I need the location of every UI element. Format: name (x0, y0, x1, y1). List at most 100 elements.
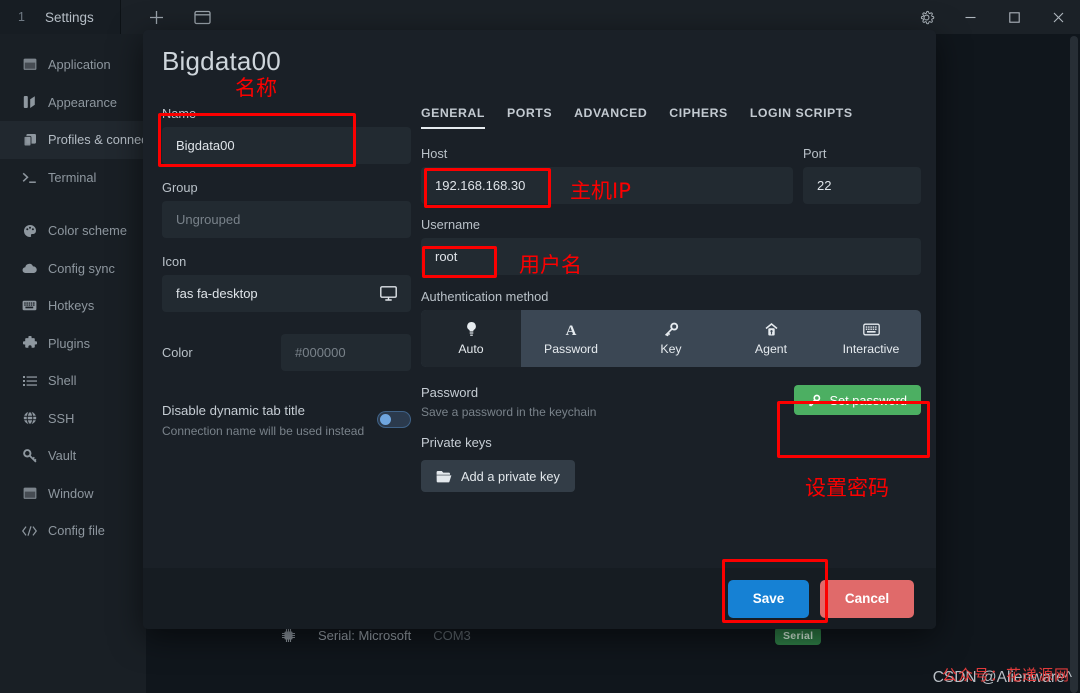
title-bar: 1 Settings (0, 0, 1080, 34)
terminal-prompt-icon (22, 170, 37, 185)
profile-general-right-column: GENERAL PORTS ADVANCED CIPHERS LOGIN SCR… (421, 106, 921, 492)
auth-option-agent[interactable]: Agent (721, 310, 821, 367)
window-icon (22, 486, 37, 501)
close-button[interactable] (1036, 0, 1080, 34)
settings-gear-button[interactable] (904, 0, 948, 34)
icon-field-group: Icon fas fa-desktop (162, 254, 411, 312)
set-password-button[interactable]: Set password (794, 385, 921, 415)
connection-list-item[interactable]: Serial: Microsoft COM3 (281, 628, 981, 643)
password-texts: Password Save a password in the keychain (421, 385, 794, 419)
sidebar-item-profiles-connections[interactable]: Profiles & connections (0, 121, 175, 159)
connection-subtitle: COM3 (433, 628, 471, 643)
password-title: Password (421, 385, 479, 400)
auth-option-key[interactable]: Key (621, 310, 721, 367)
sidebar-item-appearance[interactable]: Appearance (0, 84, 146, 122)
vertical-scrollbar[interactable] (1070, 36, 1078, 693)
layers-icon (22, 132, 37, 147)
toggle-title: Disable dynamic tab title (162, 403, 305, 418)
connection-list-item-partial[interactable] (281, 674, 284, 688)
sidebar-item-config-sync[interactable]: Config sync (0, 250, 146, 288)
auth-option-password[interactable]: A Password (521, 310, 621, 367)
cancel-button[interactable]: Cancel (820, 579, 914, 618)
settings-tabs: GENERAL PORTS ADVANCED CIPHERS LOGIN SCR… (421, 106, 921, 129)
auth-option-label: Agent (754, 342, 788, 356)
group-label: Group (162, 180, 198, 195)
sidebar-item-application[interactable]: Application (0, 46, 146, 84)
add-private-key-label: Add a private key (461, 468, 560, 484)
name-input[interactable]: Bigdata00 (162, 127, 411, 164)
keyboard-icon (22, 298, 37, 313)
sidebar-item-ssh[interactable]: SSH (0, 400, 146, 438)
username-input[interactable]: root (421, 238, 921, 275)
minimize-button[interactable] (948, 0, 992, 34)
maximize-button[interactable] (992, 0, 1036, 34)
tab-advanced[interactable]: ADVANCED (574, 106, 647, 129)
list-icon (22, 373, 37, 388)
color-input[interactable]: #000000 (281, 334, 411, 371)
svg-text:A: A (566, 323, 577, 337)
profile-edit-modal: Bigdata00 Name Bigdata00 Group Ungrouped… (143, 30, 936, 629)
sidebar-item-window[interactable]: Window (0, 475, 146, 513)
tab-index: 1 (18, 10, 25, 24)
icon-input[interactable]: fas fa-desktop (162, 275, 411, 312)
private-keys-title: Private keys (421, 435, 492, 450)
sidebar-item-terminal[interactable]: Terminal (0, 159, 146, 197)
disable-dynamic-tab-title-toggle[interactable] (377, 411, 411, 428)
sidebar-item-shell[interactable]: Shell (0, 362, 146, 400)
sidebar-item-label: Vault (48, 448, 77, 464)
auth-option-label: Key (660, 342, 682, 356)
tab-label: Settings (44, 9, 94, 25)
auth-option-label: Auto (458, 342, 484, 356)
password-subtitle: Save a password in the keychain (421, 405, 597, 419)
settings-sidebar: Application Appearance Profiles & connec… (0, 34, 175, 693)
page-title: Bigdata00 (162, 46, 281, 76)
authentication-method-group: Auto A Password Key Agent Interactive (421, 310, 921, 367)
group-field-group: Group Ungrouped (162, 180, 411, 238)
titlebar-actions (121, 0, 213, 34)
sidebar-item-label: Plugins (48, 335, 90, 351)
sidebar-item-hotkeys[interactable]: Hotkeys (0, 287, 146, 325)
puzzle-icon (22, 336, 37, 351)
sidebar-item-color-scheme[interactable]: Color scheme (0, 212, 146, 250)
host-field-group: Host 192.168.168.30 (421, 146, 793, 204)
host-input[interactable]: 192.168.168.30 (421, 167, 793, 204)
connection-title: Serial: Microsoft (318, 628, 412, 643)
sidebar-item-config-file[interactable]: Config file (0, 512, 146, 550)
name-field-group: Name Bigdata00 (162, 106, 411, 164)
plus-icon[interactable] (147, 7, 167, 27)
key-icon (22, 448, 37, 463)
code-icon (22, 523, 37, 538)
port-label: Port (803, 146, 827, 161)
modal-body: Bigdata00 Name Bigdata00 Group Ungrouped… (143, 30, 936, 568)
auth-option-interactive[interactable]: Interactive (821, 310, 921, 367)
agent-icon (764, 321, 779, 337)
add-private-key-button[interactable]: Add a private key (421, 460, 575, 492)
sidebar-item-label: Hotkeys (48, 298, 95, 314)
sidebar-item-vault[interactable]: Vault (0, 437, 146, 475)
color-label: Color (162, 345, 193, 360)
sidebar-divider (0, 196, 146, 212)
tab-ports[interactable]: PORTS (507, 106, 552, 129)
tab-settings[interactable]: 1 Settings (0, 0, 121, 34)
tabs-spacer (421, 129, 921, 146)
sidebar-item-label: Terminal (48, 169, 97, 185)
window-split-icon[interactable] (193, 7, 213, 27)
app-window: 1 Settings Application Appearance Profil… (0, 0, 1080, 693)
save-button[interactable]: Save (728, 579, 809, 618)
tab-ciphers[interactable]: CIPHERS (669, 106, 728, 129)
tab-login-scripts[interactable]: LOGIN SCRIPTS (750, 106, 853, 129)
tab-general[interactable]: GENERAL (421, 106, 485, 129)
port-input[interactable]: 22 (803, 167, 921, 204)
tab-strip: 1 Settings (0, 0, 121, 34)
profile-general-left-column: Name Bigdata00 Group Ungrouped Icon fas … (162, 106, 411, 440)
globe-icon (22, 411, 37, 426)
sidebar-item-plugins[interactable]: Plugins (0, 325, 146, 363)
username-label: Username (421, 217, 481, 232)
watermark-overlay: 公众号：花递源网 (941, 667, 1070, 684)
sidebar-item-label: Config file (48, 523, 105, 539)
sidebar-item-label: Window (48, 485, 94, 501)
auth-option-auto[interactable]: Auto (421, 310, 521, 367)
group-input[interactable]: Ungrouped (162, 201, 411, 238)
sidebar-item-label: Application (48, 57, 111, 73)
